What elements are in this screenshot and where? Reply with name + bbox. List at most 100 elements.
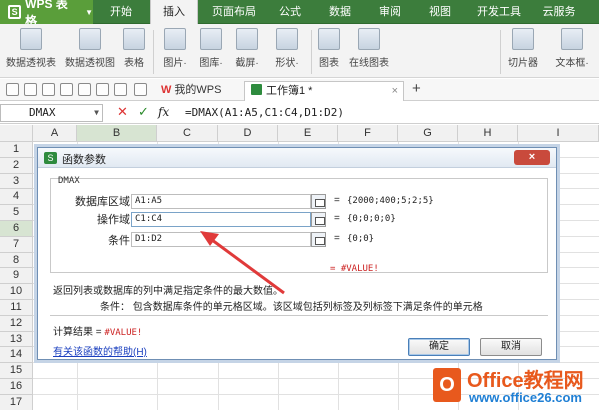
gallery-button[interactable]: 图库· xyxy=(194,28,228,69)
tab-cloud-service[interactable]: 云服务 xyxy=(533,0,585,24)
tab-workbook1[interactable]: 工作簿1 * × xyxy=(244,81,404,101)
select-all-corner[interactable] xyxy=(0,125,33,142)
add-tab-button[interactable]: + xyxy=(412,80,421,97)
office-logo-icon: O xyxy=(433,368,461,402)
row-header-10[interactable]: 10 xyxy=(0,284,33,300)
wps-menu-button[interactable]: S WPS 表格 ▼ xyxy=(0,0,93,28)
row-header-15[interactable]: 15 xyxy=(0,363,33,379)
column-header-g[interactable]: G xyxy=(398,125,458,142)
confirm-formula-button[interactable]: ✓ xyxy=(138,104,149,120)
table-label: 表格 xyxy=(124,58,144,69)
slicer-button[interactable]: 切片器 xyxy=(503,28,543,69)
tab-developer[interactable]: 开发工具 xyxy=(470,0,528,24)
row-header-1[interactable]: 1 xyxy=(0,142,33,158)
close-icon[interactable]: × xyxy=(392,82,398,100)
function-help-link[interactable]: 有关该函数的帮助(H) xyxy=(53,343,147,358)
sparkline-icons xyxy=(396,32,496,72)
picture-button[interactable]: 图片· xyxy=(158,28,192,69)
equals-sign: = xyxy=(334,213,340,224)
tab-my-wps[interactable]: W 我的WPS xyxy=(155,81,237,101)
range-picker-icon[interactable] xyxy=(311,194,326,209)
range-picker-icon[interactable] xyxy=(311,212,326,227)
row-header-13[interactable]: 13 xyxy=(0,331,33,348)
customize-icon[interactable] xyxy=(134,83,147,96)
spreadsheet-icon xyxy=(251,84,262,95)
online-chart-icon xyxy=(358,28,380,50)
column-header-h[interactable]: H xyxy=(458,125,518,142)
ribbon-divider xyxy=(153,30,154,74)
name-box[interactable]: DMAX ▼ xyxy=(0,104,103,122)
chart-button[interactable]: 图表 xyxy=(315,28,343,69)
chevron-down-icon[interactable]: ▼ xyxy=(94,105,99,121)
new-file-icon[interactable] xyxy=(6,83,19,96)
formula-input[interactable]: =DMAX(A1:A5,C1:C4,D1:D2) xyxy=(185,106,344,119)
row-header-9[interactable]: 9 xyxy=(0,268,33,285)
row-header-16[interactable]: 16 xyxy=(0,379,33,395)
tab-insert[interactable]: 插入 xyxy=(150,0,198,24)
arg-input-criteria[interactable]: D1:D2 xyxy=(131,232,311,247)
screenshot-button[interactable]: 截屏· xyxy=(230,28,264,69)
print-preview-icon[interactable] xyxy=(78,83,91,96)
row-header-4[interactable]: 4 xyxy=(0,189,33,206)
column-header-c[interactable]: C xyxy=(157,125,218,142)
watermark-title: Office教程网 xyxy=(467,370,584,392)
ribbon-divider xyxy=(500,30,501,74)
function-arguments-dialog: S 函数参数 × DMAX 数据库区域 A1:A5 = {2000;400;5;… xyxy=(37,147,557,360)
row-header-17[interactable]: 17 xyxy=(0,394,33,410)
ribbon-divider xyxy=(311,30,312,74)
arg-input-field[interactable]: C1:C4 xyxy=(131,212,311,227)
range-picker-icon[interactable] xyxy=(311,232,326,247)
row-header-5[interactable]: 5 xyxy=(0,205,33,221)
textbox-icon xyxy=(561,28,583,50)
table-icon xyxy=(123,28,145,50)
pivot-table-button[interactable]: 数据透视表 xyxy=(4,28,58,69)
calculation-result: 计算结果 = #VALUE! xyxy=(53,323,142,338)
column-header-b[interactable]: B xyxy=(77,125,157,142)
tab-data[interactable]: 数据 xyxy=(320,0,360,24)
column-header-i[interactable]: I xyxy=(518,125,599,142)
tab-review[interactable]: 审阅 xyxy=(370,0,410,24)
sparkline-gallery[interactable] xyxy=(396,32,496,72)
column-header-a[interactable]: A xyxy=(33,125,77,142)
row-header-8[interactable]: 8 xyxy=(0,252,33,269)
row-header-6[interactable]: 6 xyxy=(0,221,33,237)
pivot-chart-icon xyxy=(79,28,101,50)
gallery-label: 图库· xyxy=(199,58,223,69)
tab-formulas[interactable]: 公式 xyxy=(270,0,310,24)
slicer-label: 切片器 xyxy=(508,58,538,69)
row-header-2[interactable]: 2 xyxy=(0,157,33,174)
shapes-button[interactable]: 形状· xyxy=(268,28,306,69)
arg-input-database[interactable]: A1:A5 xyxy=(131,194,311,209)
redo-icon[interactable] xyxy=(114,83,127,96)
watermark-url: www.office26.com xyxy=(469,390,582,405)
picture-label: 图片· xyxy=(163,58,187,69)
tab-page-layout[interactable]: 页面布局 xyxy=(203,0,265,24)
dialog-title-bar[interactable]: S 函数参数 × xyxy=(38,148,556,168)
calc-label: 计算结果 = xyxy=(53,327,105,338)
row-header-11[interactable]: 11 xyxy=(0,300,33,316)
cancel-button[interactable]: 取消 xyxy=(480,338,542,356)
textbox-button[interactable]: 文本框· xyxy=(550,28,594,69)
column-header-d[interactable]: D xyxy=(218,125,278,142)
cancel-formula-button[interactable]: ✕ xyxy=(117,104,128,120)
column-header-e[interactable]: E xyxy=(278,125,338,142)
tab-home[interactable]: 开始 xyxy=(97,0,145,24)
row-header-7[interactable]: 7 xyxy=(0,236,33,253)
save-icon[interactable] xyxy=(42,83,55,96)
print-icon[interactable] xyxy=(60,83,73,96)
ok-button[interactable]: 确定 xyxy=(408,338,470,356)
argument-description: 条件： 包含数据库条件的单元格区域。该区域包括列标签及列标签下满足条件的单元格 xyxy=(100,302,483,313)
table-button[interactable]: 表格 xyxy=(120,28,148,69)
open-folder-icon[interactable] xyxy=(24,83,37,96)
tab-view[interactable]: 视图 xyxy=(420,0,460,24)
row-header-14[interactable]: 14 xyxy=(0,347,33,364)
dialog-close-button[interactable]: × xyxy=(514,150,550,165)
pivot-chart-button[interactable]: 数据透视图 xyxy=(62,28,118,69)
online-chart-button[interactable]: 在线图表 xyxy=(346,28,392,69)
row-header-3[interactable]: 3 xyxy=(0,173,33,190)
row-header-12[interactable]: 12 xyxy=(0,315,33,332)
insert-function-button[interactable]: fx xyxy=(158,105,169,119)
tab-workbook1-label: 工作簿1 * xyxy=(266,85,313,97)
undo-icon[interactable] xyxy=(96,83,109,96)
column-header-f[interactable]: F xyxy=(338,125,398,142)
